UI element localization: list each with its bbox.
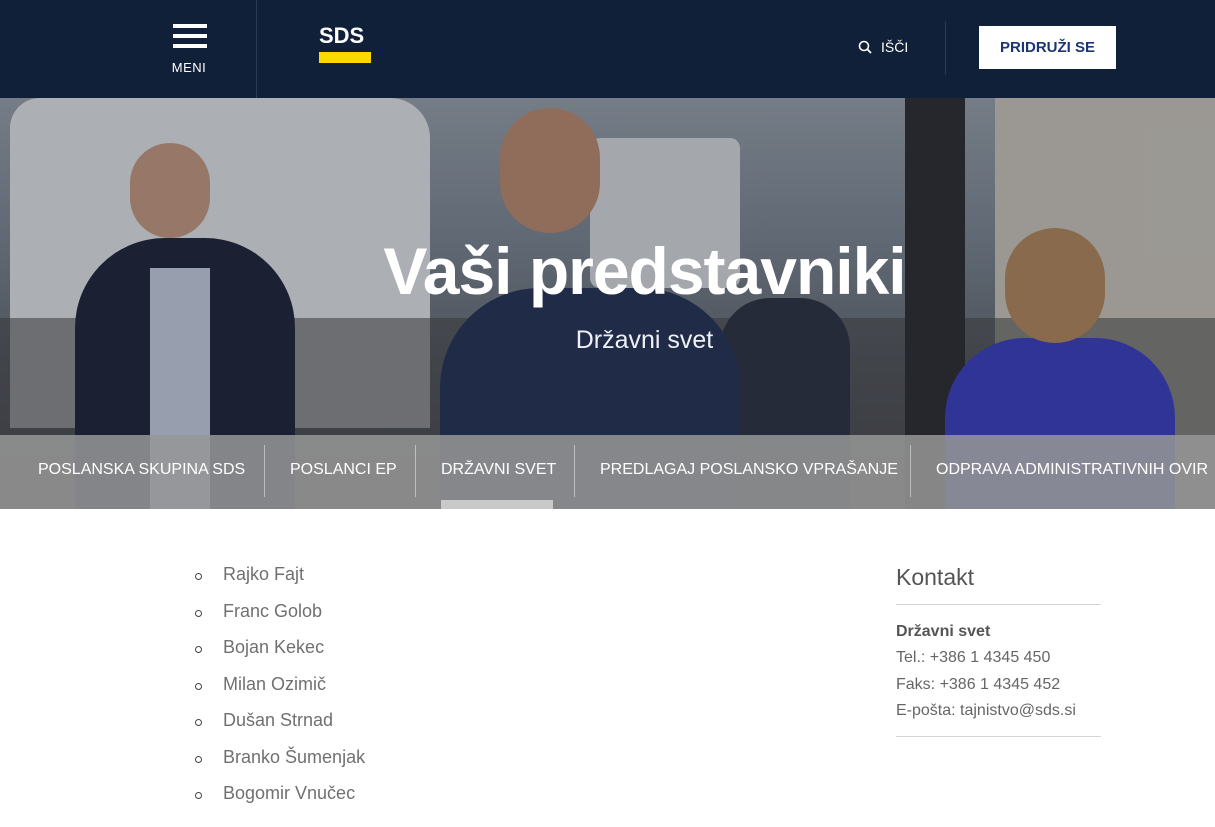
hamburger-icon-bar xyxy=(173,34,207,38)
list-item[interactable]: Rajko Fajt xyxy=(195,560,365,597)
search-icon xyxy=(858,40,872,54)
page-subtitle: Državni svet xyxy=(575,326,714,354)
contact-sidebar: Kontakt Državni svet Tel.: +386 1 4345 4… xyxy=(896,560,1101,737)
subnav-item-predlagaj-vprasanje[interactable]: PREDLAGAJ POSLANSKO VPRAŠANJE xyxy=(600,435,898,509)
list-item[interactable]: Bogomir Vnučec xyxy=(195,779,365,816)
representative-name: Milan Ozimič xyxy=(223,673,327,694)
subnav-item-drzavni-svet[interactable]: DRŽAVNI SVET xyxy=(441,435,556,509)
list-item[interactable]: Milan Ozimič xyxy=(195,670,365,707)
bullet-icon xyxy=(195,609,202,617)
logo-text: SDS xyxy=(319,23,365,48)
subnav-separator xyxy=(574,445,575,497)
representative-name: Branko Šumenjak xyxy=(223,746,366,767)
bullet-icon xyxy=(195,755,202,763)
representative-name: Bogomir Vnučec xyxy=(223,783,356,803)
list-item[interactable]: Branko Šumenjak xyxy=(195,743,365,780)
list-item[interactable]: Bojan Kekec xyxy=(195,633,365,670)
contact-heading: Kontakt xyxy=(896,564,974,590)
contact-fax: Faks: +386 1 4345 452 xyxy=(896,675,1061,693)
representative-name: Franc Golob xyxy=(223,600,323,621)
bullet-icon xyxy=(195,792,202,799)
subnav-item-poslanska-skupina[interactable]: POSLANSKA SKUPINA SDS xyxy=(38,435,245,509)
list-item[interactable]: Dušan Strnad xyxy=(195,706,365,743)
representative-name: Dušan Strnad xyxy=(223,710,334,730)
bullet-icon xyxy=(195,646,202,653)
hamburger-icon-bar xyxy=(173,44,207,48)
bullet-icon xyxy=(195,719,202,726)
subnav-active-indicator xyxy=(441,500,553,509)
logo-stripe xyxy=(319,52,371,63)
section-nav: POSLANSKA SKUPINA SDS POSLANCI EP DRŽAVN… xyxy=(0,435,1215,509)
join-button[interactable]: PRIDRUŽI SE xyxy=(979,26,1116,69)
contact-divider xyxy=(896,604,1101,605)
bullet-icon xyxy=(195,573,202,580)
menu-button[interactable]: MENI xyxy=(160,22,218,78)
search-button[interactable]: IŠČI xyxy=(858,36,908,58)
hamburger-icon xyxy=(173,24,207,28)
subnav-item-odprava-ovir[interactable]: ODPRAVA ADMINISTRATIVNIH OVIR xyxy=(936,435,1208,509)
page-title: Vaši predstavniki xyxy=(383,234,906,308)
subnav-item-poslanci-ep[interactable]: POSLANCI EP xyxy=(290,435,397,509)
header-divider xyxy=(256,0,257,98)
representatives-list: Rajko Fajt Franc Golob Bojan Kekec Milan… xyxy=(195,560,365,816)
subnav-separator xyxy=(415,445,416,497)
contact-divider xyxy=(896,735,1101,737)
representative-name: Bojan Kekec xyxy=(223,637,325,657)
list-item[interactable]: Franc Golob xyxy=(195,597,365,634)
menu-label: MENI xyxy=(171,60,207,75)
bullet-icon xyxy=(195,682,202,690)
contact-phone: Tel.: +386 1 4345 450 xyxy=(896,649,1051,666)
subnav-separator xyxy=(264,445,265,497)
contact-org: Državni svet xyxy=(896,623,991,640)
search-label: IŠČI xyxy=(881,39,909,55)
representative-name: Rajko Fajt xyxy=(223,564,305,584)
header-divider xyxy=(945,22,946,74)
sds-logo[interactable]: SDS xyxy=(319,24,371,64)
contact-email[interactable]: E-pošta: tajnistvo@sds.si xyxy=(896,698,1101,725)
site-header: MENI SDS IŠČI PRIDRUŽI SE xyxy=(0,0,1215,98)
subnav-separator xyxy=(910,445,911,497)
